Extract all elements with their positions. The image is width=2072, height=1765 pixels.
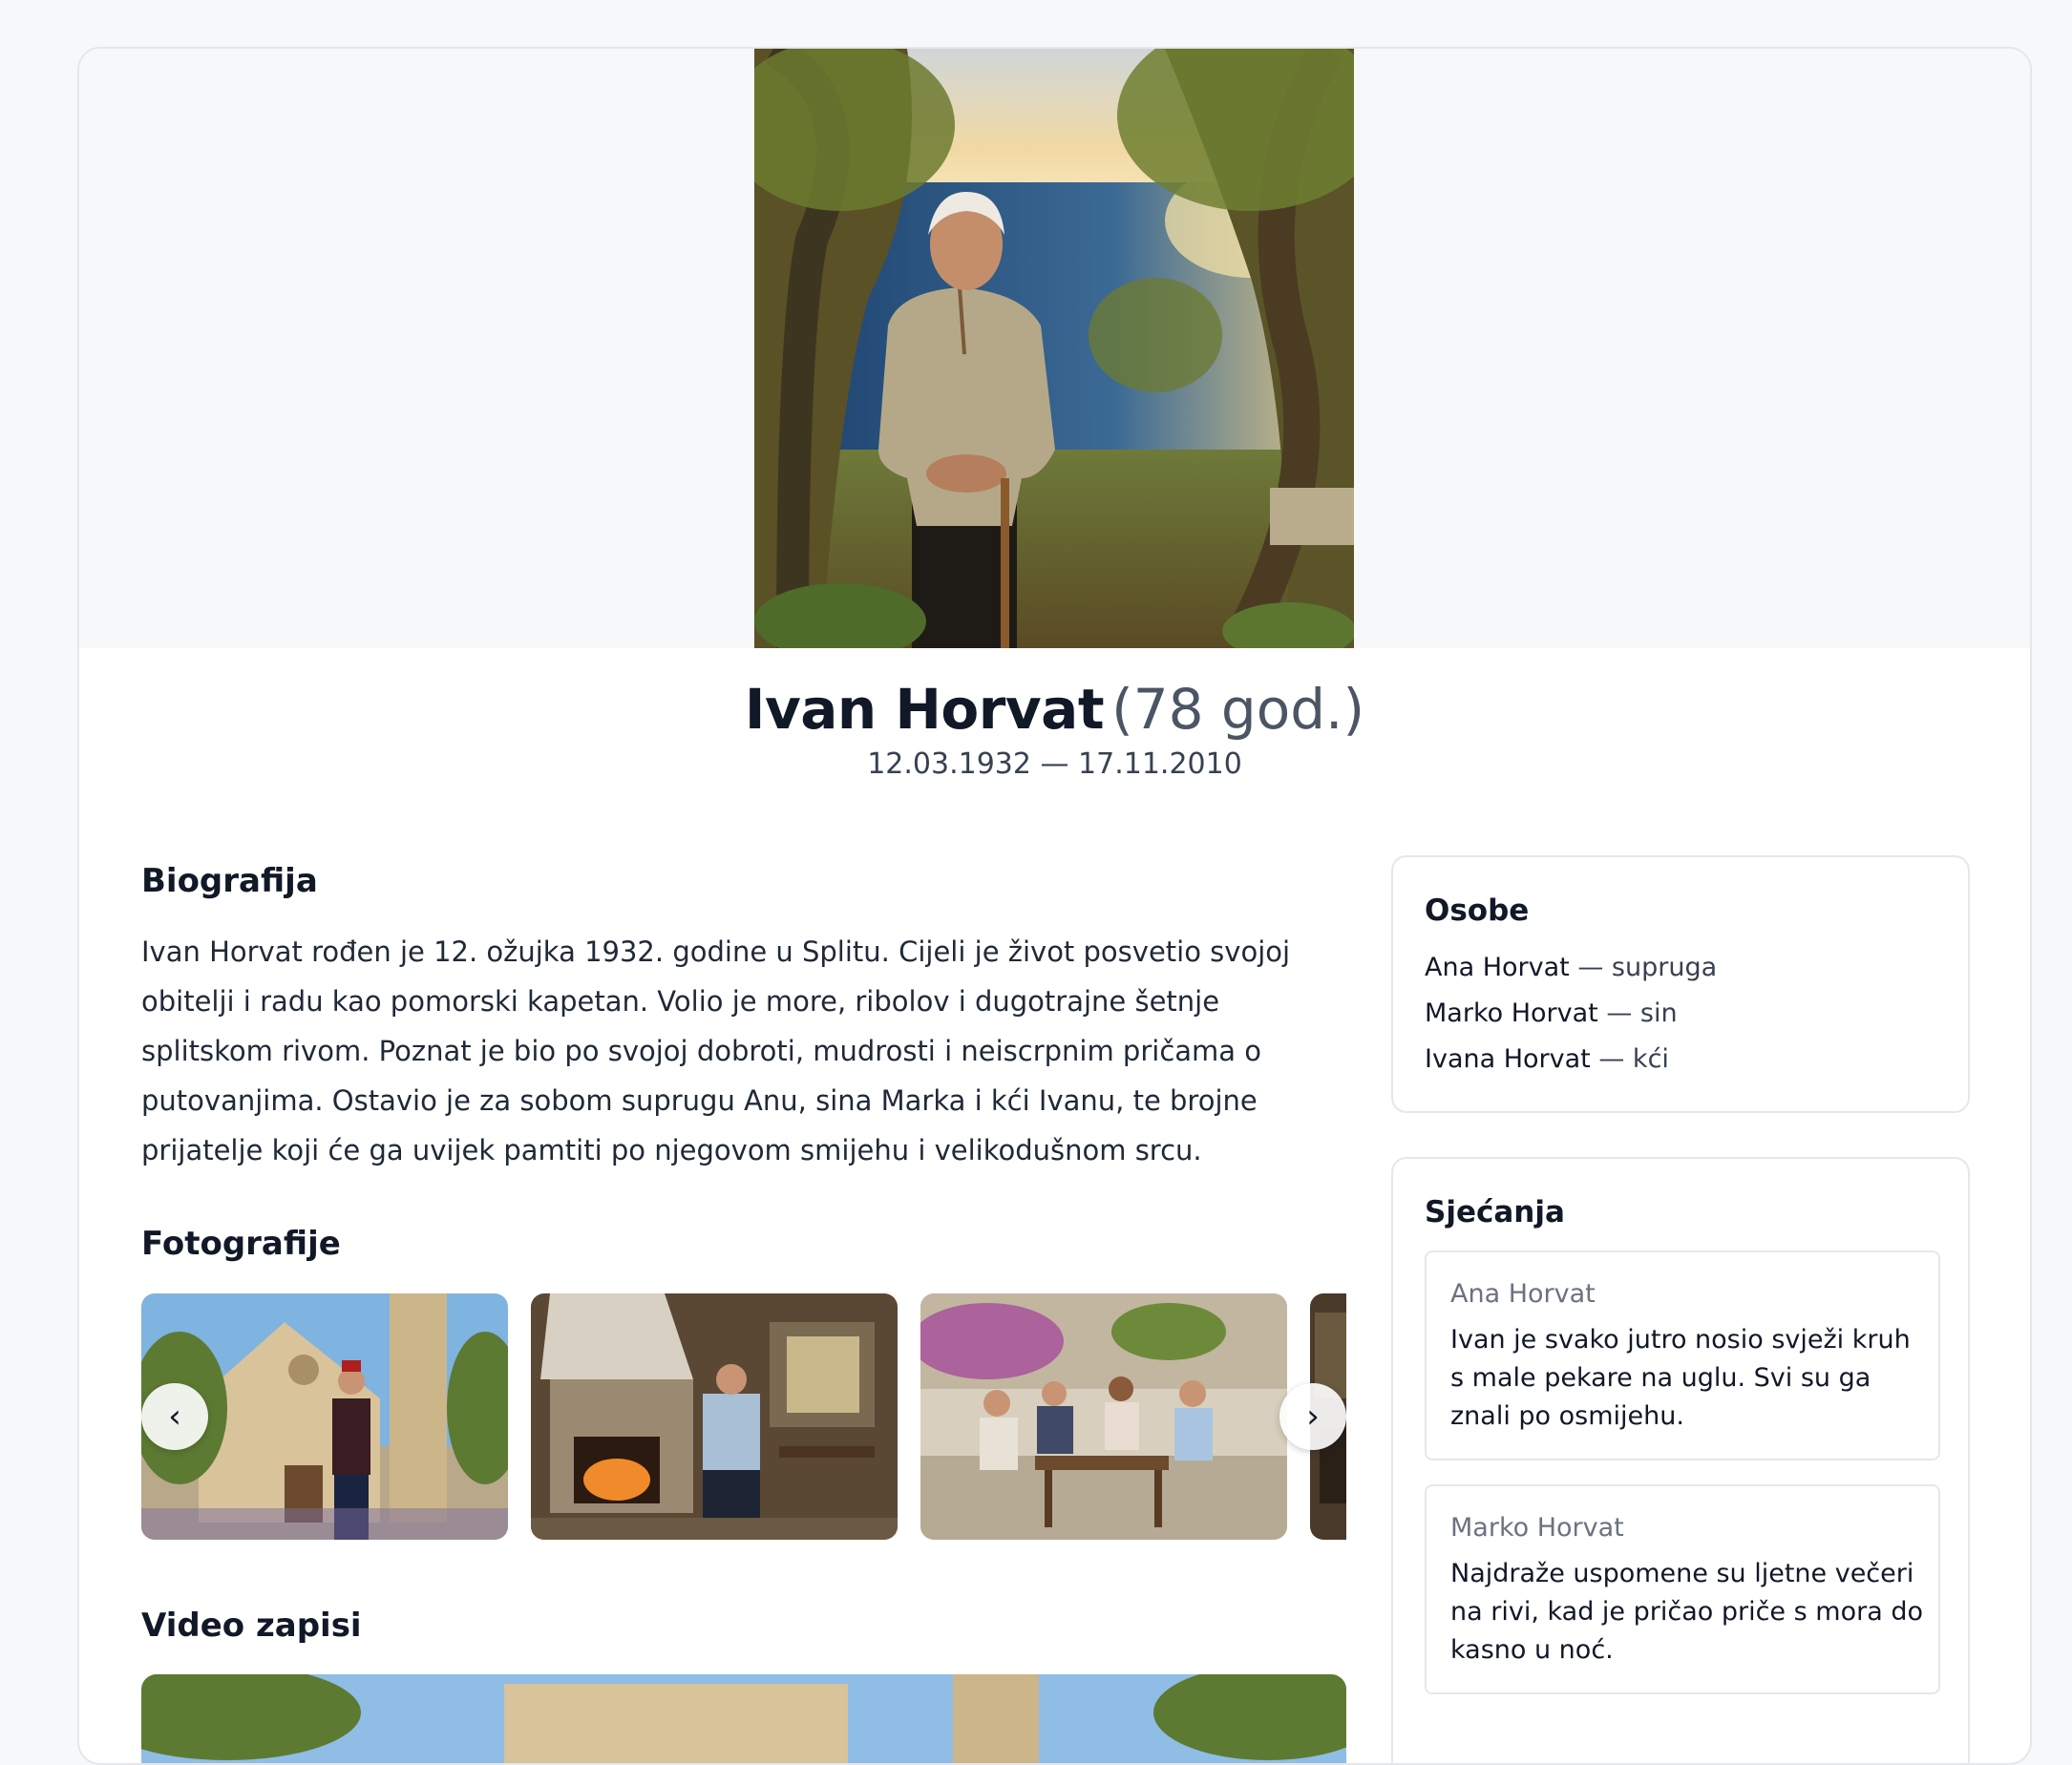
memory-card: Ana Horvat Ivan je svako jutro nosio svj… [1425,1250,1940,1460]
memory-text: Najdraže uspomene su ljetne večeri na ri… [1450,1559,1923,1665]
profile-heading: Ivan Horvat (78 god.) 12.03.1932 — 17.11.… [79,677,2030,781]
person-name: Ivan Horvat [744,677,1105,742]
chevron-left-icon: ‹ [168,1397,181,1436]
gallery-prev-button[interactable]: ‹ [141,1383,208,1450]
memory-author: Ana Horvat [1450,1279,1596,1309]
person-item-relation: — sin [1597,998,1678,1028]
life-dates: 12.03.1932 — 17.11.2010 [867,747,1242,781]
hero-banner [79,49,2030,648]
people-panel: Osobe Ana Horvat — supruga Marko Horvat … [1391,855,1970,1113]
biography-title: Biografija [141,862,318,900]
gallery-photo[interactable] [920,1293,1287,1540]
gallery-photo[interactable] [531,1293,898,1540]
biography-text: Ivan Horvat rođen je 12. ožujka 1932. go… [141,935,1291,1166]
people-title: Osobe [1425,893,1530,928]
gallery-next-button[interactable]: › [1279,1383,1346,1450]
video-player[interactable] [141,1674,1346,1763]
person-item-relation: — supruga [1569,953,1718,982]
memory-author: Marko Horvat [1450,1513,1624,1543]
photos-title: Fotografije [141,1225,341,1263]
memory-text: Ivan je svako jutro nosio svježi kruh s … [1450,1325,1911,1431]
portrait-photo[interactable] [754,49,1354,648]
person-item-name: Ana Horvat [1425,953,1570,982]
memories-title: Sjećanja [1425,1195,1565,1229]
chevron-right-icon: › [1306,1397,1320,1436]
person-item-name: Marko Horvat [1425,998,1598,1028]
person-item[interactable]: Marko Horvat — sin [1425,998,1678,1028]
memory-card: Marko Horvat Najdraže uspomene su ljetne… [1425,1484,1940,1694]
person-age: (78 god.) [1111,677,1365,742]
memorial-card: Ivan Horvat (78 god.) 12.03.1932 — 17.11.… [77,47,2032,1765]
memories-panel: Sjećanja Ana Horvat Ivan je svako jutro … [1391,1157,1970,1763]
photo-gallery: ‹ › [141,1293,1346,1540]
person-item-name: Ivana Horvat [1425,1044,1591,1074]
person-item[interactable]: Ana Horvat — supruga [1425,953,1717,982]
videos-title: Video zapisi [141,1607,362,1645]
person-item-relation: — kći [1590,1044,1669,1074]
person-item[interactable]: Ivana Horvat — kći [1425,1044,1669,1074]
